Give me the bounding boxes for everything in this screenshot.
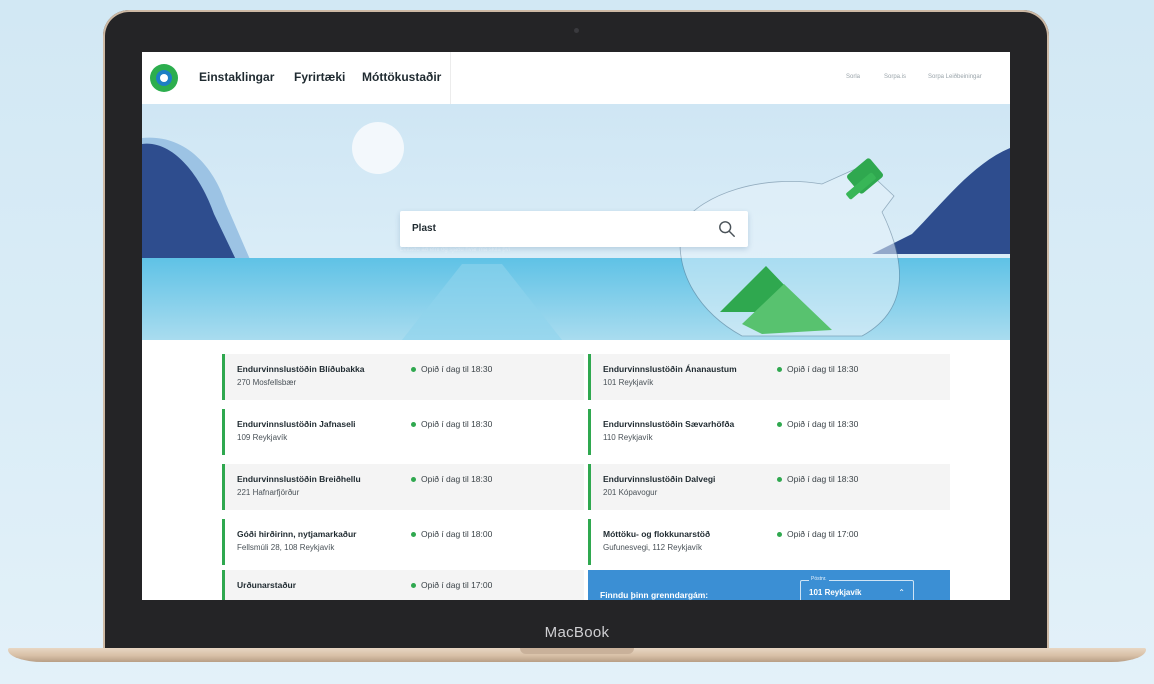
location-card[interactable]: Endurvinnslustöðin Sævarhöfða 110 Reykja…	[588, 409, 950, 455]
location-address: 110 Reykjavík	[603, 433, 653, 442]
location-card[interactable]: Endurvinnslustöðin Jafnaseli 109 Reykjav…	[222, 409, 584, 455]
location-card[interactable]: Endurvinnslustöðin Ánanaustum 101 Reykja…	[588, 354, 950, 400]
search-icon[interactable]	[718, 220, 736, 238]
container-finder: Finndu þinn grenndargám: Póstnr. 101 Rey…	[588, 570, 950, 600]
nav-divider	[450, 52, 451, 104]
sun-icon	[352, 122, 404, 174]
location-name: Endurvinnslustöðin Dalvegi	[603, 474, 716, 484]
location-status: Opið í dag til 18:00	[421, 529, 493, 539]
status-dot-icon	[411, 532, 416, 537]
location-card[interactable]: Móttöku- og flokkunarstöð Gufunesvegi, 1…	[588, 519, 950, 565]
search-value: Plast	[412, 223, 436, 234]
status-dot-icon	[411, 422, 416, 427]
location-status: Opið í dag til 18:30	[787, 474, 859, 484]
location-card[interactable]: Endurvinnslustöðin Dalvegi 201 Kópavogur…	[588, 464, 950, 510]
postcode-select[interactable]: Póstnr. 101 Reykjavík ⌃	[800, 576, 914, 600]
location-name: Móttöku- og flokkunarstöð	[603, 529, 711, 539]
chevron-up-icon: ⌃	[898, 588, 905, 597]
browser-screen: Einstaklingar Fyrirtæki Móttökustaðir So…	[142, 52, 1010, 600]
location-status: Opið í dag til 18:30	[787, 364, 859, 374]
location-status: Opið í dag til 18:30	[421, 419, 493, 429]
top-navigation: Einstaklingar Fyrirtæki Móttökustaðir So…	[142, 52, 1010, 104]
top-link-2[interactable]: Sorpa.is	[884, 74, 906, 80]
location-card[interactable]: Endurvinnslustöðin Blíðubakka 270 Mosfel…	[222, 354, 584, 400]
location-card[interactable]: Urðunarstaður Opið í dag til 17:00	[222, 570, 584, 600]
location-address: 270 Mosfellsbær	[237, 378, 297, 387]
location-status: Opið í dag til 18:30	[787, 419, 859, 429]
status-dot-icon	[411, 367, 416, 372]
nav-item-mottokustadir[interactable]: Móttökustaðir	[362, 70, 441, 84]
nav-item-fyrirtaeki[interactable]: Fyrirtæki	[294, 70, 345, 84]
status-dot-icon	[411, 477, 416, 482]
nav-item-einstaklingar[interactable]: Einstaklingar	[199, 70, 274, 84]
hero-tagline: Leitaðu að efni og sjáðu hvar má skila þ…	[400, 247, 511, 253]
logo-icon[interactable]	[150, 64, 178, 92]
camera-icon	[574, 28, 579, 33]
status-dot-icon	[411, 583, 416, 588]
location-name: Endurvinnslustöðin Sævarhöfða	[603, 419, 735, 429]
location-name: Endurvinnslustöðin Ánanaustum	[603, 364, 737, 374]
location-status: Opið í dag til 18:30	[421, 474, 493, 484]
location-card[interactable]: Góði hirðirinn, nytjamarkaður Fellsmúli …	[222, 519, 584, 565]
laptop-notch	[520, 648, 634, 654]
status-dot-icon	[777, 477, 782, 482]
postcode-select-value: 101 Reykjavík	[809, 588, 862, 597]
location-name: Endurvinnslustöðin Jafnaseli	[237, 419, 356, 429]
location-address: 101 Reykjavík	[603, 378, 654, 387]
status-dot-icon	[777, 367, 782, 372]
location-name: Endurvinnslustöðin Breiðhellu	[237, 474, 361, 484]
top-link-3[interactable]: Sorpa Leiðbeiningar	[928, 74, 982, 80]
location-name: Urðunarstaður	[237, 580, 297, 590]
location-status: Opið í dag til 17:00	[787, 529, 859, 539]
postcode-select-label: Póstnr.	[809, 576, 829, 582]
location-card[interactable]: Endurvinnslustöðin Breiðhellu 221 Hafnar…	[222, 464, 584, 510]
location-address: 109 Reykjavík	[237, 433, 288, 442]
status-dot-icon	[777, 422, 782, 427]
device-label: MacBook	[544, 624, 610, 641]
location-name: Góði hirðirinn, nytjamarkaður	[237, 529, 357, 539]
location-status: Opið í dag til 18:30	[421, 364, 493, 374]
location-status: Opið í dag til 17:00	[421, 580, 493, 590]
location-address: Gufunesvegi, 112 Reykjavík	[603, 543, 703, 552]
location-address: Fellsmúli 28, 108 Reykjavík	[237, 543, 335, 552]
location-address: 221 Hafnarfjörður	[237, 488, 300, 497]
location-name: Endurvinnslustöðin Blíðubakka	[237, 364, 365, 374]
finder-label: Finndu þinn grenndargám:	[600, 590, 709, 600]
status-dot-icon	[777, 532, 782, 537]
location-address: 201 Kópavogur	[603, 488, 658, 497]
top-link-1[interactable]: Sorla	[846, 74, 860, 80]
search-input[interactable]: Plast	[400, 211, 748, 247]
